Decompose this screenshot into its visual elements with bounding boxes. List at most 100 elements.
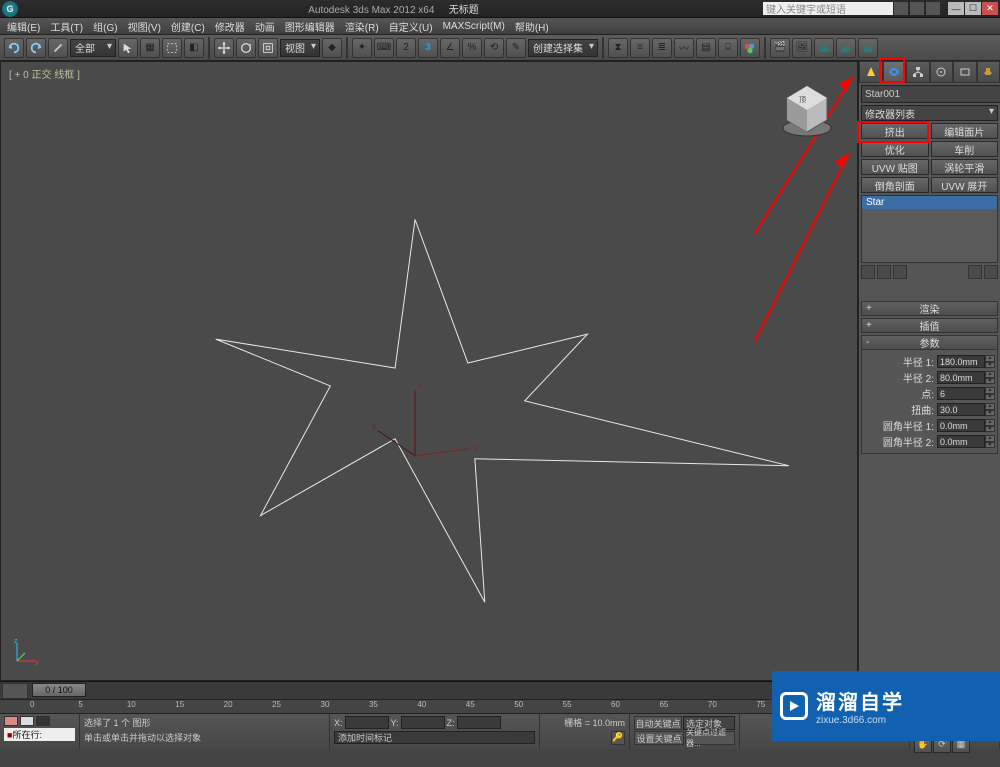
curve-editor-button[interactable]: 〰 [674,38,694,58]
mirror-button[interactable]: ⧗ [608,38,628,58]
maximize-button[interactable]: ☐ [965,2,981,15]
rollout-render[interactable]: +渲染 [861,301,998,316]
field-radius2[interactable]: 80.0mm [937,371,985,384]
coord-y-field[interactable] [401,716,445,729]
modifier-stack[interactable]: Star [861,195,998,263]
selection-filter-combo[interactable]: 全部 [70,39,116,57]
select-object-button[interactable] [118,38,138,58]
spin-fillet1[interactable]: ▲▼ [985,419,995,432]
key-color-2[interactable] [20,716,34,726]
layers-button[interactable]: ≣ [652,38,672,58]
key-filters-button[interactable]: 关键点过滤器... [685,731,735,745]
close-button[interactable]: ✕ [982,2,998,15]
menu-animation[interactable]: 动画 [250,18,280,35]
key-color-3[interactable] [36,716,50,726]
mod-uvw-map-button[interactable]: UVW 贴图 [861,159,929,175]
configure-sets-button[interactable] [984,265,998,279]
rollout-interpolation[interactable]: +插值 [861,318,998,333]
angle-snap-button[interactable]: ∠ [440,38,460,58]
coord-z-field[interactable] [457,716,501,729]
menu-rendering[interactable]: 渲染(R) [340,18,384,35]
select-by-name-button[interactable]: ▦ [140,38,160,58]
link-button[interactable] [48,38,68,58]
add-time-tag[interactable]: 添加时间标记 [334,731,535,744]
spin-points[interactable]: ▲▼ [985,387,995,400]
field-points[interactable]: 6 [937,387,985,400]
view-cube[interactable]: 顶 [777,80,837,140]
spin-radius1[interactable]: ▲▼ [985,355,995,368]
object-name-input[interactable] [861,85,1000,103]
rollout-parameters[interactable]: -参数 [861,335,998,350]
make-unique-button[interactable] [893,265,907,279]
mod-turbosmooth-button[interactable]: 涡轮平滑 [931,159,999,175]
rectangular-selection-button[interactable] [162,38,182,58]
snap-2d-button[interactable]: 2 [396,38,416,58]
time-slider-left-button[interactable] [2,683,28,699]
render-production-button[interactable] [814,38,834,58]
tab-motion[interactable] [930,61,954,83]
render-activeshade-button[interactable] [858,38,878,58]
location-line-field[interactable]: ■所在行: [4,728,75,741]
pivot-button[interactable]: ◆ [322,38,342,58]
menu-customize[interactable]: 自定义(U) [384,18,438,35]
edit-named-sel-button[interactable]: ✎ [506,38,526,58]
field-fillet1[interactable]: 0.0mm [937,419,985,432]
keyboard-shortcut-button[interactable]: ⌨ [374,38,394,58]
field-distortion[interactable]: 30.0 [937,403,985,416]
modifier-list-combo[interactable]: 修改器列表 [861,105,998,121]
app-logo[interactable]: G [2,1,18,17]
spinner-snap-button[interactable]: ⟲ [484,38,504,58]
key-color-1[interactable] [4,716,18,726]
menu-tools[interactable]: 工具(T) [45,18,88,35]
coord-x-field[interactable] [345,716,389,729]
undo-button[interactable] [4,38,24,58]
tab-display[interactable] [953,61,977,83]
spin-radius2[interactable]: ▲▼ [985,371,995,384]
favorites-icon[interactable] [910,2,924,15]
field-radius1[interactable]: 180.0mm [937,355,985,368]
remove-modifier-button[interactable] [968,265,982,279]
manipulate-button[interactable]: ✦ [352,38,372,58]
tab-create[interactable] [859,61,883,83]
tab-utilities[interactable] [977,61,1000,83]
mod-optimize-button[interactable]: 优化 [861,141,929,157]
set-key-button[interactable]: 设置关键点 [634,731,684,745]
mod-extrude-button[interactable]: 挤出 [861,123,929,139]
minimize-button[interactable]: — [948,2,964,15]
stack-entry-star[interactable]: Star [862,196,997,209]
search-input[interactable]: 键入关键字或短语 [763,2,893,15]
show-end-result-button[interactable] [877,265,891,279]
menu-create[interactable]: 创建(C) [166,18,210,35]
mod-lathe-button[interactable]: 车削 [931,141,999,157]
redo-button[interactable] [26,38,46,58]
menu-maxscript[interactable]: MAXScript(M) [438,18,510,35]
tab-hierarchy[interactable] [906,61,930,83]
menu-views[interactable]: 视图(V) [123,18,166,35]
help-icon[interactable] [894,2,908,15]
menu-help[interactable]: 帮助(H) [510,18,554,35]
dope-sheet-button[interactable]: ▤ [696,38,716,58]
menu-modifiers[interactable]: 修改器 [210,18,250,35]
time-slider-handle[interactable]: 0 / 100 [32,683,86,697]
menu-group[interactable]: 组(G) [88,18,122,35]
spin-fillet2[interactable]: ▲▼ [985,435,995,448]
align-button[interactable]: ≡ [630,38,650,58]
mod-bevel-profile-button[interactable]: 倒角剖面 [861,177,929,193]
auto-key-button[interactable]: 自动关键点 [634,716,682,730]
render-setup-button[interactable]: 🎬 [770,38,790,58]
mod-edit-patch-button[interactable]: 编辑面片 [931,123,999,139]
render-iterative-button[interactable] [836,38,856,58]
named-selection-combo[interactable]: 创建选择集 [528,39,598,57]
percent-snap-button[interactable]: % [462,38,482,58]
tab-modify[interactable] [883,61,907,83]
move-button[interactable] [214,38,234,58]
menu-graph-editors[interactable]: 图形编辑器 [280,18,340,35]
viewport[interactable]: [ + 0 正交 线框 ] z x y 顶 zx [0,61,858,681]
rotate-button[interactable] [236,38,256,58]
pin-stack-button[interactable] [861,265,875,279]
signin-icon[interactable] [926,2,940,15]
material-editor-button[interactable] [740,38,760,58]
render-frame-button[interactable]: 🖼 [792,38,812,58]
field-fillet2[interactable]: 0.0mm [937,435,985,448]
schematic-view-button[interactable]: ⌸ [718,38,738,58]
